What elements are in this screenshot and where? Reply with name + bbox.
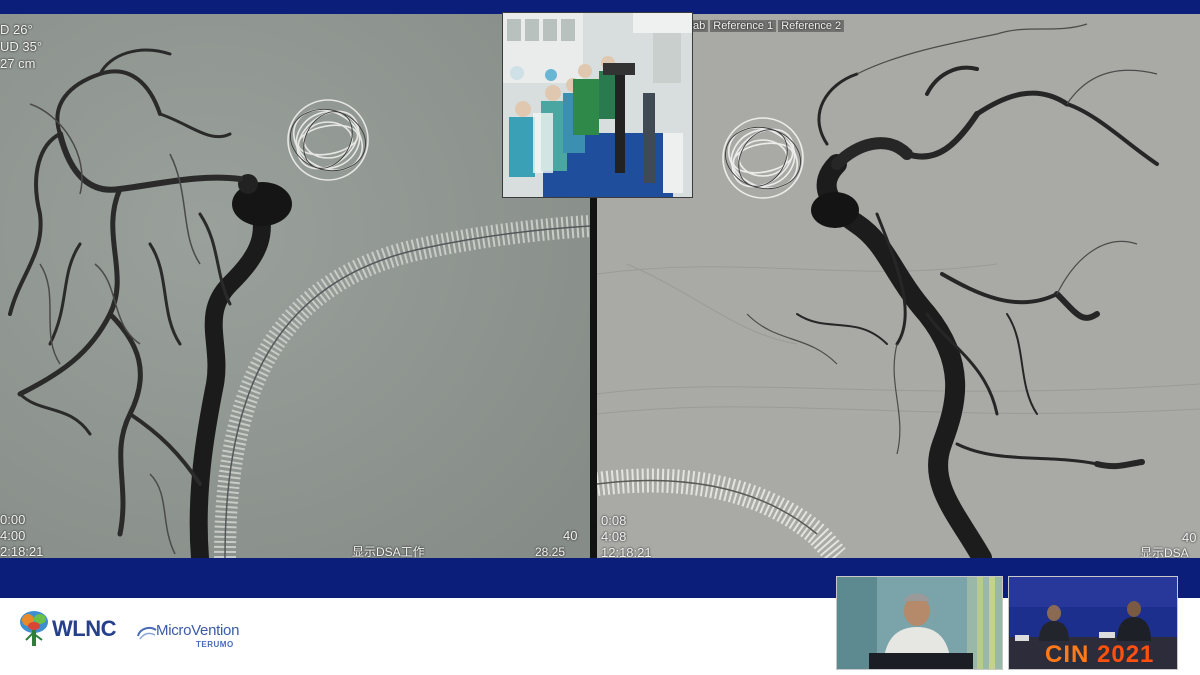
right-header-tag-2: Reference 1 — [710, 20, 777, 32]
right-time-1: 0:08 — [601, 513, 627, 528]
left-angle-2: UD 35° — [0, 39, 43, 54]
event-logo-cin: CIN — [1045, 641, 1090, 668]
right-bottom-small: 显示DSA — [1140, 546, 1189, 558]
speaker-camera — [836, 576, 1003, 670]
left-time-1: 0:00 — [0, 512, 26, 527]
operating-room-camera — [502, 12, 693, 198]
left-time-2: 4:00 — [0, 528, 26, 543]
left-distance: 27 cm — [0, 56, 36, 71]
left-angle-1: D 26° — [0, 22, 33, 37]
event-logo-year: 2021 — [1097, 641, 1155, 668]
right-clock: 12:18:21 — [601, 545, 652, 558]
left-bottom-small: 28.25 — [535, 545, 566, 558]
speaker-scene — [837, 577, 1002, 669]
brain-tree-icon — [20, 611, 48, 646]
microvention-label: MicroVention — [156, 622, 240, 639]
left-bottom-number: 40 — [563, 528, 578, 543]
event-logo: CIN 2021 — [1045, 641, 1154, 669]
operating-room-scene — [503, 13, 692, 197]
microvention-swirl-icon — [137, 627, 157, 640]
left-bottom-label: 显示DSA工作 — [352, 545, 425, 558]
terumo-label: TERUMO — [196, 640, 234, 649]
left-clock: 2:18:21 — [0, 544, 44, 558]
wlnc-logo: WLNC — [18, 610, 116, 648]
wlnc-label: WLNC — [52, 616, 116, 641]
video-frame: D 26° UD 35° 27 cm 0:00 4:00 2:18:21 显示D… — [0, 0, 1200, 675]
right-time-2: 4:08 — [601, 529, 627, 544]
right-header-tags: ab Reference 1 Reference 2 — [690, 20, 846, 32]
right-header-tag-3: Reference 2 — [778, 20, 845, 32]
right-bottom-number: 40 — [1182, 530, 1197, 545]
panel-camera: CIN 2021 — [1008, 576, 1178, 670]
